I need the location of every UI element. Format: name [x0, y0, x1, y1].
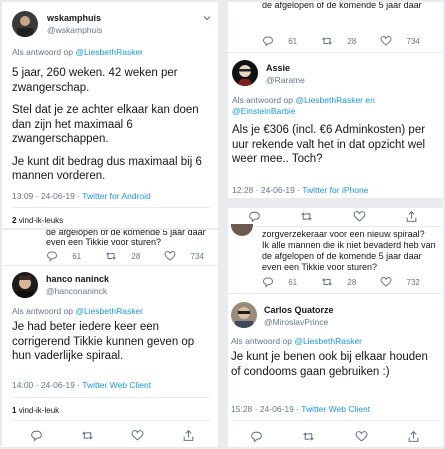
share-icon[interactable]	[182, 429, 195, 442]
share-icon[interactable]	[407, 430, 420, 443]
heart-icon	[164, 250, 176, 262]
reply-icon[interactable]	[250, 430, 263, 443]
heart-icon	[380, 35, 392, 47]
tweet-paragraph: Stel dat je ze achter elkaar kan doen da…	[12, 104, 199, 145]
tweet-card-hanco-naninck: de afgelopen of de komende 5 jaar daar e…	[2, 230, 218, 447]
display-name[interactable]: Carlos Quatorze	[264, 305, 334, 315]
heart-icon[interactable]	[355, 430, 368, 443]
tweet-timestamp: 13:09 · 24-06-19 · Twitter for Android	[12, 191, 151, 201]
reply-icon	[262, 276, 274, 288]
likes-summary[interactable]: 2 vind-ik-leuks	[12, 216, 63, 225]
reply-mention[interactable]: @LiesbethRasker	[75, 306, 143, 316]
reply-icon[interactable]	[30, 429, 43, 442]
heart-icon[interactable]	[131, 429, 144, 442]
tweet-actions	[30, 429, 195, 442]
quoted-tweet-line: zorgverzekeraar voor een nieuw spiraal?	[262, 229, 425, 239]
tweet-actions	[250, 430, 420, 443]
retweet-icon	[105, 250, 117, 262]
tweet-timestamp: 14:00 · 24-06-19 · Twitter Web Client	[12, 380, 151, 390]
quoted-tweet-line: even een Tikkie voor sturen?	[262, 262, 378, 272]
reply-prefix: Als antwoord op	[12, 47, 73, 57]
timestamp-text[interactable]: 12:28 · 24-06-19 ·	[232, 185, 300, 195]
quoted-tweet-fragment: de afgelopen of de komende 5 jaar daar	[262, 2, 422, 10]
tweet-paragraph: 5 jaar, 260 weken. 42 weken per zwangers…	[12, 67, 178, 94]
user-handle[interactable]: @MiroslavPrince	[264, 317, 328, 327]
quoted-tweet-stats: 61 28 732	[262, 276, 443, 288]
timestamp-text[interactable]: 13:09 · 24-06-19 ·	[12, 191, 80, 201]
tweet-card-wskamphuis: wskamphuis @wskamphuis Als antwoord op @…	[2, 2, 218, 228]
quoted-tweet-fragment: even een Tikkie voor sturen?	[46, 237, 162, 247]
display-name[interactable]: Assie	[266, 63, 290, 73]
reply-context: Als antwoord op @LiesbethRasker	[12, 47, 143, 57]
retweet-stat[interactable]: 28	[105, 250, 152, 262]
tweet-card-assie: de afgelopen of de komende 5 jaar daar 6…	[228, 2, 443, 198]
avatar[interactable]	[12, 272, 38, 298]
like-stat[interactable]: 734	[164, 250, 216, 262]
quoted-tweet-line: Ik alle mannen die ik niet bevaderd heb …	[262, 240, 436, 250]
retweet-icon[interactable]	[300, 210, 313, 223]
avatar[interactable]	[232, 60, 258, 86]
heart-icon[interactable]	[353, 210, 366, 223]
retweet-stat[interactable]: 28	[321, 35, 368, 47]
quoted-tweet-stats: 61 28 734	[262, 35, 443, 47]
reply-mention[interactable]: @LiesbethRasker	[294, 336, 362, 346]
reply-context: Als antwoord op @LiesbethRasker	[12, 306, 143, 316]
tweet-text: Als je €306 (incl. €6 Adminkosten) per u…	[232, 124, 426, 165]
timestamp-text[interactable]: 14:00 · 24-06-19 ·	[12, 380, 80, 390]
avatar[interactable]	[12, 11, 38, 37]
reply-mention[interactable]: @LiesbethRasker	[75, 47, 143, 57]
reply-prefix: Als antwoord op	[231, 336, 292, 346]
retweet-icon[interactable]	[302, 430, 315, 443]
tweet-timestamp: 15:28 · 24-06-19 · Twitter Web Client	[231, 404, 370, 414]
retweet-icon[interactable]	[81, 429, 94, 442]
reply-stat[interactable]: 61	[46, 250, 93, 262]
client-link[interactable]: Twitter for Android	[82, 191, 151, 201]
retweet-icon	[321, 35, 333, 47]
client-link[interactable]: Twitter Web Client	[301, 404, 370, 414]
reply-stat[interactable]: 61	[262, 276, 309, 288]
retweet-stat[interactable]: 28	[321, 276, 368, 288]
reply-icon	[46, 250, 58, 262]
reply-prefix: Als antwoord op	[12, 306, 73, 316]
user-handle[interactable]: @wskamphuis	[47, 25, 102, 35]
previous-tweet-actions	[248, 210, 418, 223]
reply-context: Als antwoord op @LiesbethRasker en @Eins…	[232, 95, 437, 117]
timestamp-text[interactable]: 15:28 · 24-06-19 ·	[231, 404, 299, 414]
retweet-icon	[321, 276, 333, 288]
client-link[interactable]: Twitter for iPhone	[302, 185, 368, 195]
avatar[interactable]	[231, 302, 257, 328]
likes-count: 2	[12, 216, 17, 225]
heart-icon	[380, 276, 392, 288]
tweet-text: Je kunt je benen ook bij elkaar houden o…	[231, 351, 428, 378]
user-handle[interactable]: @Rarame	[266, 75, 305, 85]
like-stat[interactable]: 734	[380, 35, 432, 47]
tweet-timestamp: 12:28 · 24-06-19 · Twitter for iPhone	[232, 185, 368, 195]
reply-icon	[262, 35, 274, 47]
display-name[interactable]: hanco naninck	[46, 274, 109, 284]
share-icon[interactable]	[405, 210, 418, 223]
tweet-text: 5 jaar, 260 weken. 42 weken per zwangers…	[12, 66, 212, 184]
likes-label: vind-ik-leuks	[18, 216, 64, 225]
client-link[interactable]: Twitter Web Client	[82, 380, 151, 390]
tweet-text: Je had beter iedere keer een corrigerend…	[12, 321, 195, 362]
quoted-tweet-stats: 61 28 734	[46, 250, 218, 262]
user-handle[interactable]: @hanconaninck	[46, 286, 107, 296]
tweet-card-carlos-quatorze: zorgverzekeraar voor een nieuw spiraal? …	[228, 208, 443, 447]
reply-icon[interactable]	[248, 210, 261, 223]
tweet-paragraph: Je kunt dit bedrag dus maximaal bij 6 ma…	[12, 155, 202, 183]
reply-stat[interactable]: 61	[262, 35, 309, 47]
chevron-down-icon[interactable]	[202, 13, 212, 23]
like-stat[interactable]: 732	[380, 276, 432, 288]
likes-summary[interactable]: 1 vind-ik-leuk	[12, 406, 59, 415]
avatar-partial[interactable]	[231, 224, 253, 236]
reply-prefix: Als antwoord op	[232, 95, 293, 105]
likes-count: 1	[12, 406, 17, 415]
reply-context: Als antwoord op @LiesbethRasker	[231, 336, 362, 346]
likes-label: vind-ik-leuk	[18, 406, 60, 415]
display-name[interactable]: wskamphuis	[47, 13, 101, 23]
quoted-tweet-line: de afgelopen of de komende 5 jaar daar	[262, 251, 422, 261]
